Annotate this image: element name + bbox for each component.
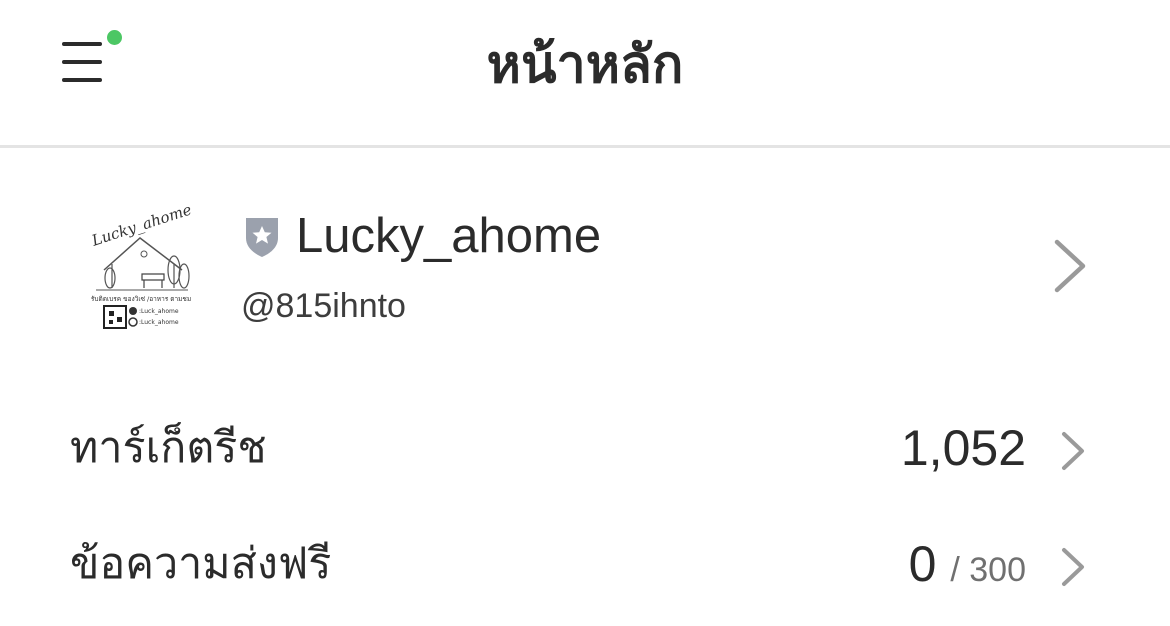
free-messages-value: 0 / 300 xyxy=(909,532,1026,602)
chevron-right-icon xyxy=(1054,239,1086,293)
account-avatar: Lucky_ahome รับติดเบรค ของวิเซ่ /อาหาร ต… xyxy=(82,204,200,334)
account-profile-row[interactable]: Lucky_ahome รับติดเบรค ของวิเซ่ /อาหาร ต… xyxy=(0,152,1170,382)
free-messages-limit: / 300 xyxy=(950,551,1026,589)
free-messages-count: 0 xyxy=(908,536,937,592)
avatar-facebook-handle: :Luck_ahome xyxy=(139,308,179,315)
target-reach-label: ทาร์เก็ตรีช xyxy=(70,423,267,473)
account-name: Lucky_ahome xyxy=(296,209,602,263)
avatar-instagram-handle: :Luck_ahome xyxy=(139,319,179,326)
avatar-tagline: รับติดเบรค ของวิเซ่ /อาหาร ตามชม xyxy=(91,295,191,303)
target-reach-row[interactable]: ทาร์เก็ตรีช 1,052 xyxy=(0,394,1170,504)
chevron-right-icon xyxy=(1062,548,1084,586)
account-id: @815ihnto xyxy=(241,287,406,325)
app-header: หน้าหลัก xyxy=(0,0,1170,148)
free-messages-row[interactable]: ข้อความส่งฟรี 0 / 300 xyxy=(0,510,1170,620)
verified-badge-icon xyxy=(246,218,278,257)
target-reach-count: 1,052 xyxy=(900,420,1026,476)
page-title: หน้าหลัก xyxy=(486,35,684,95)
chevron-right-icon xyxy=(1062,432,1084,470)
target-reach-value: 1,052 xyxy=(901,416,1026,480)
free-messages-label: ข้อความส่งฟรี xyxy=(70,539,332,589)
